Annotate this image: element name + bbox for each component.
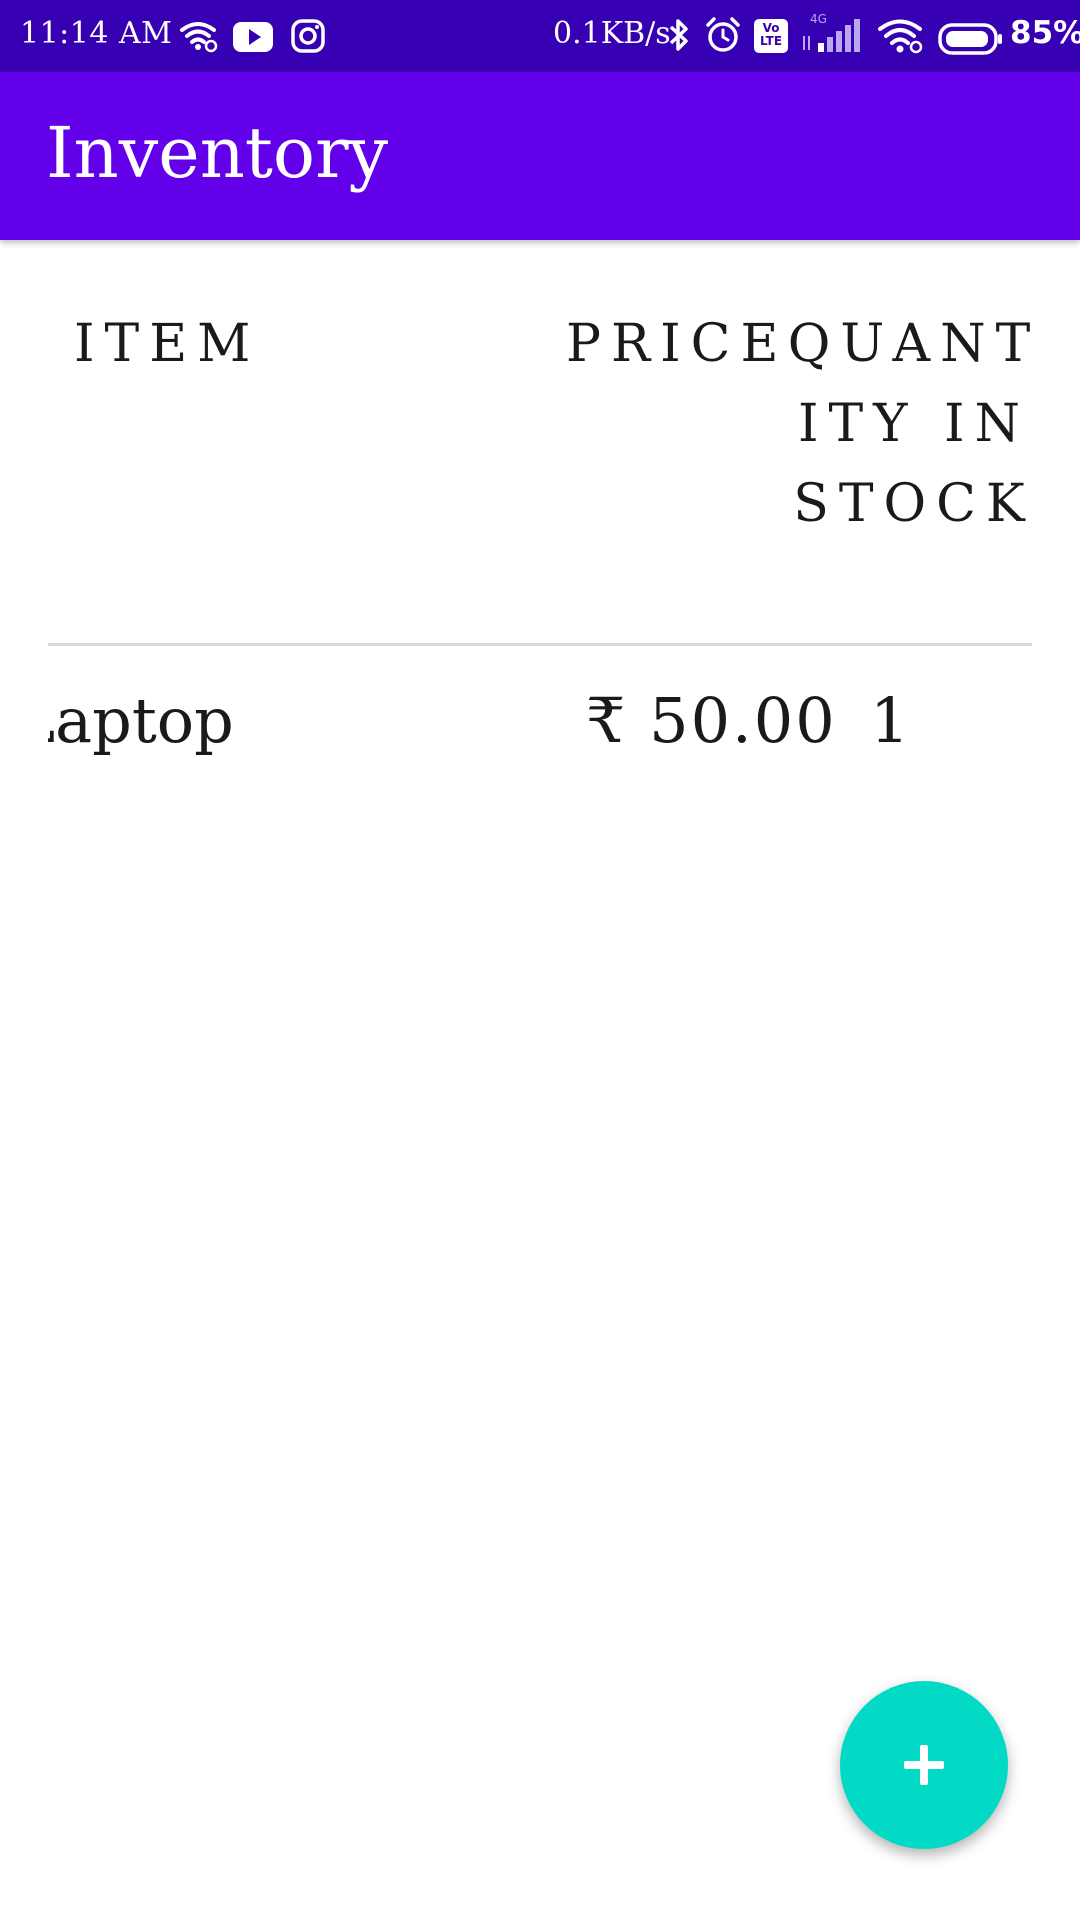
youtube-icon — [233, 22, 273, 52]
network-speed: 0.1KB/s — [553, 16, 671, 51]
wifi-icon — [878, 19, 923, 54]
page-title: Inventory — [46, 112, 389, 194]
column-header-quantity: QUANTITY IN STOCK — [787, 314, 1041, 534]
item-quantity: 1 — [870, 684, 910, 757]
add-icon — [904, 1745, 944, 1785]
status-time: 11:14 AM — [20, 16, 173, 51]
status-bar: 11:14 AM 0.1KB/s Vo LTE 4G 85% — [0, 0, 1080, 72]
item-name: Laptop — [48, 684, 234, 757]
volte-icon: Vo LTE — [754, 19, 788, 53]
header-divider — [48, 643, 1032, 646]
battery-icon — [938, 23, 1002, 55]
item-price: ₹ 50.00 — [586, 684, 837, 757]
add-item-button[interactable] — [840, 1681, 1008, 1849]
table-header: ITEM PRICE QUANTITY IN STOCK — [48, 296, 1032, 644]
table-row[interactable]: Laptop ₹ 50.00 1 — [48, 676, 1032, 776]
instagram-icon — [291, 19, 325, 53]
column-header-item: ITEM — [74, 314, 261, 374]
bluetooth-icon — [669, 19, 688, 51]
app-bar: Inventory — [0, 72, 1080, 240]
wifi-icon — [180, 22, 218, 53]
alarm-icon — [706, 17, 740, 52]
column-header-price: PRICE — [566, 314, 789, 374]
battery-percent: 85% — [1010, 15, 1080, 51]
signal-4g-icon: 4G — [800, 12, 862, 56]
